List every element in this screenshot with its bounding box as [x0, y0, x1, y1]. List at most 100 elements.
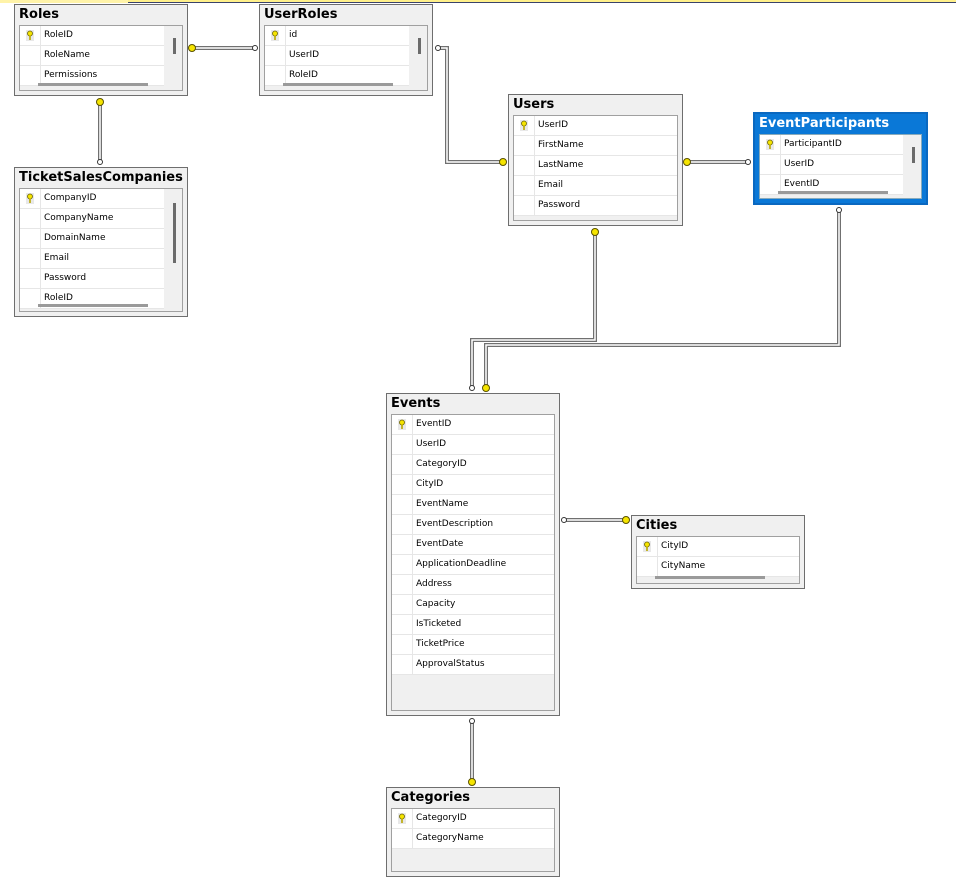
horizontal-scrollbar[interactable] [655, 576, 765, 579]
table-userroles[interactable]: UserRoles id UserID RoleID [259, 4, 433, 96]
relationship-line[interactable] [468, 718, 476, 786]
column-row[interactable]: UserID [514, 116, 677, 136]
table-users[interactable]: Users UserID FirstName LastName Email Passwor… [508, 94, 683, 226]
column-row[interactable]: Password [20, 269, 164, 289]
table-categories[interactable]: Categories CategoryID CategoryName [386, 787, 560, 877]
table-ticketsalescompanies[interactable]: TicketSalesCompanies CompanyID CompanyName… [14, 167, 188, 317]
column-row[interactable]: UserID [392, 435, 554, 455]
row-selector[interactable] [392, 415, 413, 434]
column-row[interactable]: UserID [760, 155, 903, 175]
row-selector[interactable] [392, 495, 413, 514]
column-row[interactable]: CategoryID [392, 455, 554, 475]
column-row[interactable]: Password [514, 196, 677, 216]
row-selector[interactable] [392, 535, 413, 554]
row-selector[interactable] [20, 269, 41, 288]
column-row[interactable]: IsTicketed [392, 615, 554, 635]
row-selector[interactable] [392, 829, 413, 848]
table-title[interactable]: UserRoles [260, 5, 432, 25]
row-selector[interactable] [392, 575, 413, 594]
row-selector[interactable] [392, 595, 413, 614]
horizontal-scrollbar[interactable] [778, 191, 888, 194]
row-selector[interactable] [392, 515, 413, 534]
relationship-line[interactable] [561, 516, 630, 524]
row-selector[interactable] [514, 156, 535, 175]
row-selector[interactable] [637, 537, 658, 556]
column-row[interactable]: ApplicationDeadline [392, 555, 554, 575]
column-row[interactable]: RoleName [20, 46, 164, 66]
table-title[interactable]: Roles [15, 5, 187, 25]
table-title[interactable]: Categories [387, 788, 559, 808]
row-selector[interactable] [514, 176, 535, 195]
column-row[interactable]: CompanyID [20, 189, 164, 209]
column-row[interactable]: EventName [392, 495, 554, 515]
table-events[interactable]: Events EventID UserID CategoryID CityID Event… [386, 393, 560, 716]
row-selector[interactable] [637, 557, 658, 576]
row-selector[interactable] [760, 155, 781, 174]
row-selector[interactable] [265, 46, 286, 65]
column-row[interactable]: LastName [514, 156, 677, 176]
table-title[interactable]: TicketSalesCompanies [15, 168, 187, 188]
vertical-scrollbar[interactable] [173, 203, 176, 263]
table-title[interactable]: Cities [632, 516, 804, 536]
column-row[interactable]: RoleID [20, 26, 164, 46]
column-row[interactable]: TicketPrice [392, 635, 554, 655]
relationship-line[interactable] [482, 207, 842, 392]
column-row[interactable]: CategoryID [392, 809, 554, 829]
column-row[interactable]: EventDate [392, 535, 554, 555]
column-row[interactable]: CategoryName [392, 829, 554, 849]
row-selector[interactable] [392, 455, 413, 474]
relationship-line[interactable] [188, 44, 258, 52]
vertical-scrollbar[interactable] [173, 38, 176, 54]
column-row[interactable]: ParticipantID [760, 135, 903, 155]
row-selector[interactable] [20, 26, 41, 45]
column-row[interactable]: Email [20, 249, 164, 269]
relationship-line[interactable] [96, 98, 104, 165]
column-row[interactable]: Address [392, 575, 554, 595]
row-selector[interactable] [514, 196, 535, 215]
column-row[interactable]: EventID [392, 415, 554, 435]
column-row[interactable]: EventDescription [392, 515, 554, 535]
table-title[interactable]: Users [509, 95, 682, 115]
row-selector[interactable] [20, 46, 41, 65]
column-row[interactable]: CityID [637, 537, 799, 557]
column-row[interactable]: CityID [392, 475, 554, 495]
table-title[interactable]: Events [387, 394, 559, 414]
column-row[interactable]: Email [514, 176, 677, 196]
column-row[interactable]: CityName [637, 557, 799, 577]
table-cities[interactable]: Cities CityID CityName [631, 515, 805, 589]
horizontal-scrollbar[interactable] [283, 83, 393, 86]
row-selector[interactable] [514, 116, 535, 135]
table-roles[interactable]: Roles RoleID RoleName Permissions [14, 4, 188, 96]
row-selector[interactable] [20, 189, 41, 208]
column-row[interactable]: id [265, 26, 409, 46]
row-selector[interactable] [760, 135, 781, 154]
vertical-scrollbar[interactable] [418, 38, 421, 54]
row-selector[interactable] [392, 615, 413, 634]
column-row[interactable]: UserID [265, 46, 409, 66]
row-selector[interactable] [392, 809, 413, 828]
horizontal-scrollbar[interactable] [38, 304, 148, 307]
row-selector[interactable] [514, 136, 535, 155]
infinity-endpoint-icon [469, 385, 475, 391]
row-selector[interactable] [20, 229, 41, 248]
column-row[interactable]: CompanyName [20, 209, 164, 229]
column-row[interactable]: FirstName [514, 136, 677, 156]
row-selector[interactable] [20, 209, 41, 228]
vertical-scrollbar[interactable] [912, 147, 915, 163]
horizontal-scrollbar[interactable] [38, 83, 148, 86]
row-selector[interactable] [265, 26, 286, 45]
column-row[interactable]: Capacity [392, 595, 554, 615]
row-selector[interactable] [392, 475, 413, 494]
row-selector[interactable] [392, 435, 413, 454]
relationship-line[interactable] [683, 158, 751, 166]
column-row[interactable]: ApprovalStatus [392, 655, 554, 675]
row-selector[interactable] [20, 249, 41, 268]
row-selector[interactable] [392, 655, 413, 674]
row-selector[interactable] [392, 635, 413, 654]
row-selector[interactable] [392, 555, 413, 574]
relationship-line[interactable] [469, 228, 599, 391]
table-title[interactable]: EventParticipants [755, 114, 926, 134]
column-row[interactable]: DomainName [20, 229, 164, 249]
table-eventparticipants[interactable]: EventParticipants ParticipantID UserID Even… [753, 112, 928, 205]
relationship-line[interactable] [435, 45, 507, 166]
